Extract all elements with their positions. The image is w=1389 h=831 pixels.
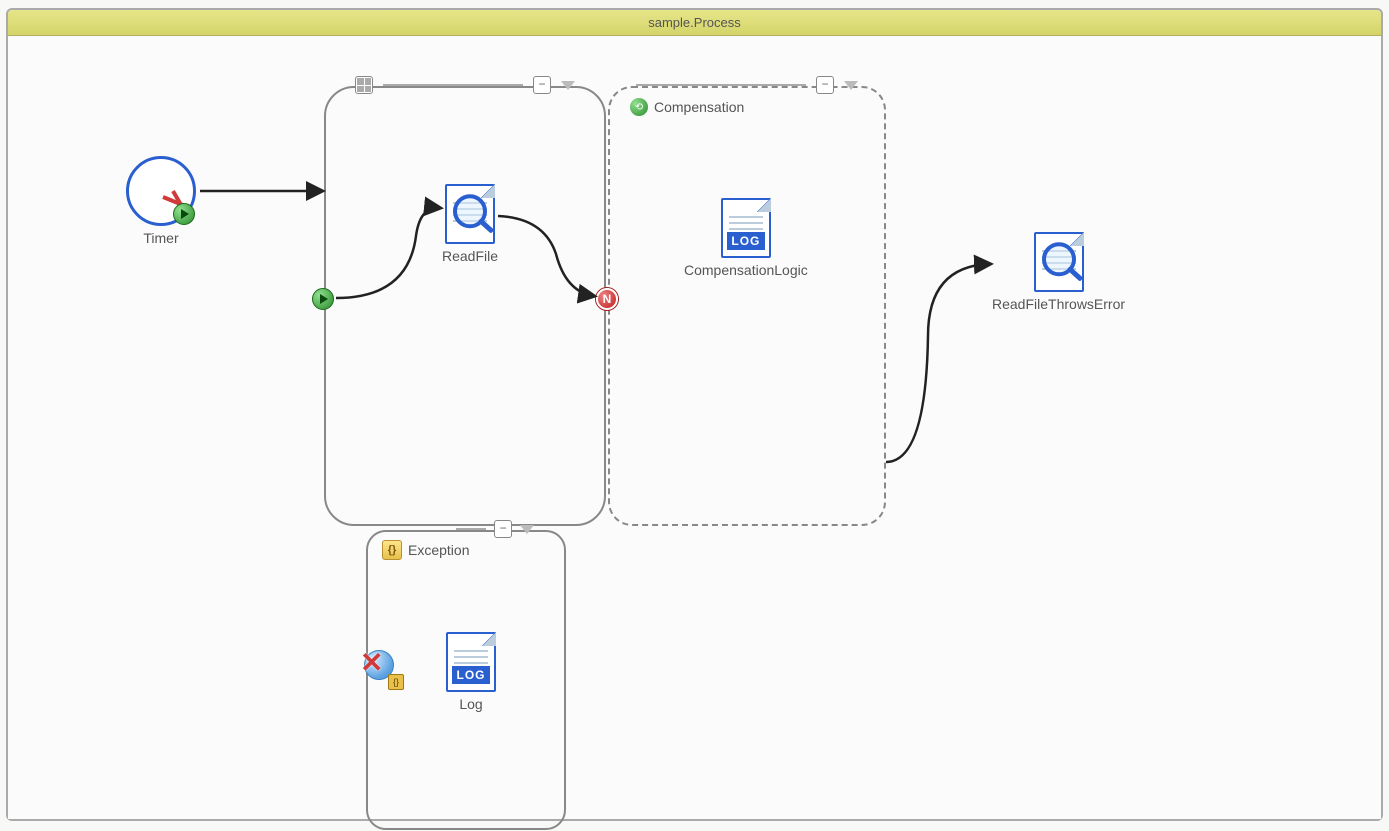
scope-toolbar: −: [355, 76, 575, 94]
collapse-button[interactable]: −: [533, 76, 551, 94]
readfile-activity[interactable]: ReadFile: [442, 184, 498, 264]
readfilethrowserror-activity-label: ReadFileThrowsError: [992, 296, 1125, 312]
collapse-button[interactable]: −: [816, 76, 834, 94]
toolbar-divider: [383, 84, 523, 86]
collapse-button[interactable]: −: [494, 520, 512, 538]
error-x-icon: ✕: [360, 646, 383, 679]
log-band-icon: LOG: [727, 232, 765, 250]
scope-toolbar: −: [456, 520, 534, 538]
toolbar-divider: [636, 84, 806, 86]
main-scope[interactable]: −: [324, 86, 606, 526]
compensation-label-text: Compensation: [654, 99, 744, 115]
exception-label-text: Exception: [408, 542, 469, 558]
timer-icon: [126, 156, 196, 226]
file-icon: LOG: [446, 632, 496, 692]
log-band-icon: LOG: [452, 666, 490, 684]
readfile-activity-label: ReadFile: [442, 248, 498, 264]
grip-icon[interactable]: [355, 76, 373, 94]
compensationlogic-activity[interactable]: LOG CompensationLogic: [684, 198, 808, 278]
magnifier-icon: [1042, 242, 1076, 276]
toolbar-divider: [456, 528, 486, 530]
file-icon: LOG: [721, 198, 771, 258]
process-title: sample.Process: [648, 15, 740, 30]
scope-start-icon: [312, 288, 334, 310]
catch-all-start[interactable]: ✕ {}: [364, 650, 398, 684]
compensation-scope[interactable]: − ⟲ Compensation: [608, 86, 886, 526]
compensation-icon: ⟲: [630, 98, 648, 116]
compensationlogic-activity-label: CompensationLogic: [684, 262, 808, 278]
log-activity-label: Log: [446, 696, 496, 712]
log-activity[interactable]: LOG Log: [446, 632, 496, 712]
catch-badge-icon: {}: [388, 674, 404, 690]
process-title-bar: sample.Process: [8, 10, 1381, 36]
compensation-scope-label: ⟲ Compensation: [630, 98, 744, 116]
file-lines-icon: [454, 650, 488, 652]
dropdown-triangle-icon[interactable]: [520, 525, 534, 534]
exception-icon: {}: [382, 540, 402, 560]
timer-activity[interactable]: Timer: [126, 156, 196, 246]
readfilethrowserror-activity[interactable]: ReadFileThrowsError: [992, 232, 1125, 312]
magnifier-icon: [453, 194, 487, 228]
error-end-icon: N: [596, 288, 618, 310]
dropdown-triangle-icon[interactable]: [561, 81, 575, 90]
process-canvas[interactable]: − − ⟲ Compensation − {}: [8, 36, 1381, 819]
start-badge-icon: [173, 203, 195, 225]
scope-toolbar: −: [636, 76, 858, 94]
dropdown-triangle-icon[interactable]: [844, 81, 858, 90]
file-icon: [445, 184, 495, 244]
timer-activity-label: Timer: [126, 230, 196, 246]
exception-scope-label: {} Exception: [382, 540, 469, 560]
file-lines-icon: [729, 216, 763, 218]
process-designer-frame: sample.Process − − ⟲ Compensation: [6, 8, 1383, 821]
file-icon: [1034, 232, 1084, 292]
